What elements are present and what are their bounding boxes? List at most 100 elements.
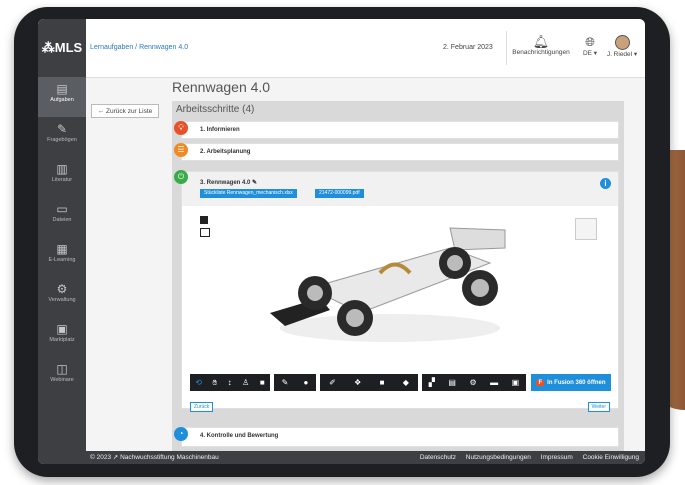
fit-icon[interactable]: ♙ [242,378,249,387]
sidebar-item-dateien[interactable]: ▭ Dateien [38,197,86,237]
back-to-list-button[interactable]: ← Zurück zur Liste [91,104,159,118]
attachment-pdf[interactable]: 21472-000099.pdf [315,189,364,198]
notifications-button[interactable]: 🔔︎ Benachrichtigungen [508,34,574,57]
footer-link-datenschutz[interactable]: Datenschutz [420,454,456,461]
webinar-icon: ◫ [56,362,68,376]
breadcrumb-current[interactable]: Rennwagen 4.0 [139,44,188,51]
top-bar: ⁂MLS Lernaufgaben / Rennwagen 4.0 2. Feb… [38,19,645,78]
bell-icon: 🔔︎ [532,34,550,49]
sidebar-item-webinare[interactable]: ◫ Webinare [38,357,86,397]
fusion-label: In Fusion 360 öffnen [547,379,606,386]
box-icon[interactable]: ◆ [403,378,409,387]
explode-icon[interactable]: ❖ [354,378,361,387]
step-kontrolle[interactable]: ◔ 4. Kontrolle und Bewertung [174,427,619,447]
footer-link-cookie[interactable]: Cookie Einwilligung [583,454,639,461]
step-informieren[interactable]: 💡︎ 1. Informieren [174,121,619,139]
sidebar-item-verwaltung[interactable]: ⚙ Verwaltung [38,277,86,317]
step-label: 3. Rennwagen 4.0 ✎ [200,180,258,186]
sidebar-item-aufgaben[interactable]: ▤ Aufgaben [38,77,86,117]
eraser-icon[interactable]: ● [304,378,309,387]
language-selector[interactable]: 🌐︎ DE ▾ [578,35,602,57]
tablet-frame: ⁂MLS Lernaufgaben / Rennwagen 4.0 2. Feb… [14,7,670,477]
avatar [614,35,630,50]
fullscreen-icon[interactable]: ▣ [512,378,520,387]
settings-toolbar: ▞ ▤ ⚙ ▬ ▣ [422,374,526,391]
step-label: 4. Kontrolle und Bewertung [200,433,279,439]
info-icon[interactable]: i [600,178,611,189]
step-label: 2. Arbeitsplanung [200,149,251,155]
divider [506,31,507,65]
model-icon[interactable] [200,216,208,224]
sidebar-item-label: Aufgaben [50,97,74,103]
open-in-fusion-button[interactable]: F In Fusion 360 öffnen [531,374,611,391]
sidebar-item-label: Fragebögen [47,137,77,143]
folder-icon: ▭ [56,202,68,216]
footer: © 2023 ➚ Nachwuchsstiftung Maschinenbau … [86,451,645,464]
sidebar-item-label: E-Learning [48,257,76,263]
pencil-icon[interactable]: ✎ [282,378,289,387]
camera-icon[interactable]: ■ [260,378,265,387]
footer-link-nutzungsbedingungen[interactable]: Nutzungsbedingungen [466,454,531,461]
market-icon: ▣ [56,322,68,336]
user-name: J. Riedel ▾ [606,51,638,58]
screen: ⁂MLS Lernaufgaben / Rennwagen 4.0 2. Feb… [38,19,645,464]
power-icon: ⏻ [174,170,188,184]
copyright: © 2023 ➚ Nachwuchsstiftung Maschinenbau [90,454,219,461]
sidebar-item-elearning[interactable]: ▦ E-Learning [38,237,86,277]
sidebar-item-marktplatz[interactable]: ▣ Marktplatz [38,317,86,357]
tree-icon[interactable]: ▞ [429,378,435,387]
next-button[interactable]: Weiter [587,402,610,412]
markup-toolbar: ✎ ● [274,374,316,391]
language-label: DE ▾ [582,50,598,57]
questionnaire-icon: ✎ [56,122,68,136]
app-logo[interactable]: ⁂MLS [38,19,86,77]
step-arbeitsplanung[interactable]: ☰ 2. Arbeitsplanung [174,143,619,161]
zoom-icon[interactable]: ↕ [228,378,232,387]
footer-link-impressum[interactable]: Impressum [541,454,573,461]
sidebar-item-label: Literatur [51,177,73,183]
folder-icon[interactable]: ■ [380,378,385,387]
viewcube-icon[interactable] [575,218,597,240]
sidebar-item-label: Webinare [50,377,74,383]
sidebar-item-label: Dateien [52,217,72,223]
breadcrumb: Lernaufgaben / Rennwagen 4.0 [90,44,188,51]
books-icon: ▥ [56,162,68,176]
sidebar-item-fragebogen[interactable]: ✎ Fragebögen [38,117,86,157]
pie-icon: ◔ [174,427,188,441]
step-label: 1. Informieren [200,127,240,133]
footer-links: Datenschutz Nutzungsbedingungen Impressu… [412,451,639,464]
step-rennwagen-expanded: ⏻ 3. Rennwagen 4.0 ✎ Stückliste Rennwage… [174,170,619,412]
globe-icon: 🌐︎ [585,35,595,49]
settings-icon[interactable]: ⚙ [469,378,476,387]
navigation-toolbar: ⟲ ✋︎ ↕ ♙ ■ [190,374,270,391]
notifications-label: Benachrichtigungen [512,49,570,56]
sidebar-item-label: Marktplatz [49,337,75,343]
page-title: Rennwagen 4.0 [172,79,271,95]
task-icon: ▤ [56,82,68,96]
pan-icon[interactable]: ✋︎ [213,378,218,388]
view-icon[interactable] [200,228,210,237]
race-car-model [270,227,506,342]
markup-icon[interactable]: ✐ [329,378,336,387]
breadcrumb-lernaufgaben[interactable]: Lernaufgaben [90,44,133,51]
print-icon[interactable]: ▬ [490,378,498,387]
tools-toolbar: ✐ ❖ ■ ◆ [320,374,418,391]
step-header[interactable]: ⏻ 3. Rennwagen 4.0 ✎ Stückliste Rennwage… [174,170,618,206]
steps-panel: Arbeitsschritte (4) 💡︎ 1. Informieren ☰ … [172,101,624,452]
3d-viewer[interactable]: ⟲ ✋︎ ↕ ♙ ■ ✎ ● ✐ ❖ ■ ◆ ▞ ▤ ⚙ ▬ ▣ F In Fu… [190,208,611,412]
sidebar: ▤ Aufgaben ✎ Fragebögen ▥ Literatur ▭ Dateie… [38,77,86,464]
elearning-icon: ▦ [56,242,68,256]
back-button[interactable]: Zurück [190,402,214,412]
lightbulb-icon: 💡︎ [174,121,188,135]
orbit-icon[interactable]: ⟲ [195,378,202,387]
sidebar-item-label: Verwaltung [48,297,76,303]
list-icon: ☰ [174,143,188,157]
section-title: Arbeitsschritte (4) [176,104,255,115]
properties-icon[interactable]: ▤ [448,378,456,387]
admin-icon: ⚙ [56,282,68,296]
fusion-icon: F [536,379,545,386]
attachment-xlsx[interactable]: Stückliste Rennwagen_mechanisch.xlsx [200,189,297,198]
current-date: 2. Februar 2023 [443,44,493,51]
user-menu[interactable]: J. Riedel ▾ [602,35,642,58]
sidebar-item-literatur[interactable]: ▥ Literatur [38,157,86,197]
